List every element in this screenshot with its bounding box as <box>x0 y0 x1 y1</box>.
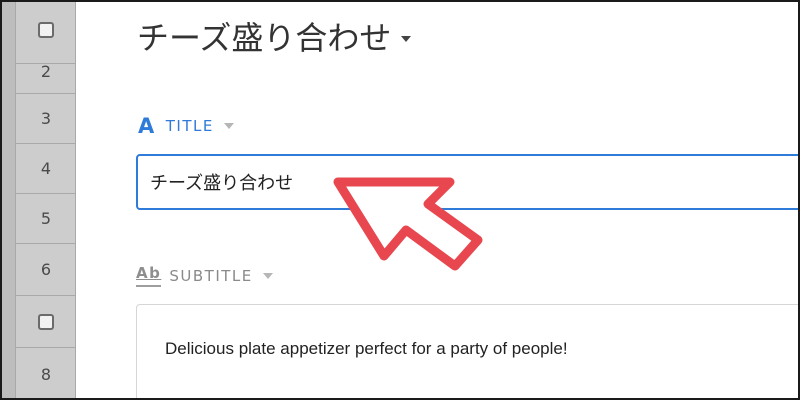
subtitle-label: SUBTITLE <box>169 266 253 285</box>
gutter-edge <box>2 2 16 398</box>
row-number-label: 5 <box>40 208 52 228</box>
row-checkbox-cell[interactable] <box>16 296 76 348</box>
row-number-4[interactable]: 4 <box>16 144 76 194</box>
row-number-label: 3 <box>40 108 52 128</box>
row-number-label: 2 <box>40 62 52 81</box>
subtitle-text: Delicious plate appetizer perfect for a … <box>165 339 568 358</box>
row-checkbox[interactable] <box>38 313 54 330</box>
row-number-3[interactable]: 3 <box>16 94 76 144</box>
subtitle-textarea[interactable]: Delicious plate appetizer perfect for a … <box>136 304 798 398</box>
app-window: 2 3 4 5 6 8 チーズ盛り合わせ A TITLE Ab SUBTITLE… <box>0 0 800 400</box>
row-number-label: 4 <box>40 158 52 178</box>
row-number-8[interactable]: 8 <box>16 348 76 398</box>
chevron-down-icon[interactable] <box>401 36 412 42</box>
title-label: TITLE <box>165 117 214 135</box>
subtitle-field-label: Ab SUBTITLE <box>136 264 273 287</box>
row-number-2[interactable]: 2 <box>16 64 76 94</box>
row-checkbox[interactable] <box>38 22 54 38</box>
title-text-icon: A <box>138 114 156 138</box>
page-title[interactable]: チーズ盛り合わせ <box>137 12 412 60</box>
title-field-label: A TITLE <box>138 114 234 138</box>
row-checkbox-cell[interactable] <box>16 2 76 64</box>
chevron-down-icon[interactable] <box>262 272 273 279</box>
row-number-label: 6 <box>40 259 52 279</box>
row-number-label: 8 <box>40 364 52 384</box>
pointer-arrow-icon <box>333 177 483 271</box>
page-title-text: チーズ盛り合わせ <box>137 19 392 57</box>
row-number-6[interactable]: 6 <box>16 244 76 296</box>
subtitle-text-icon: Ab <box>136 264 162 287</box>
chevron-down-icon[interactable] <box>223 123 234 129</box>
row-number-5[interactable]: 5 <box>16 194 76 244</box>
